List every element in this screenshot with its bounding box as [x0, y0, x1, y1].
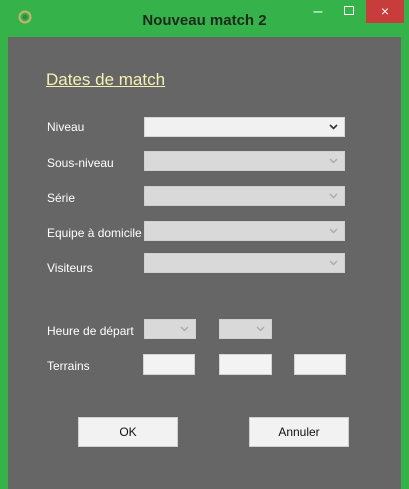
chevron-down-icon — [329, 124, 338, 130]
heure-hour-select[interactable] — [144, 319, 196, 339]
serie-label: Série — [47, 191, 76, 205]
chevron-down-icon — [329, 193, 338, 199]
chevron-down-icon — [329, 158, 338, 164]
chevron-down-icon — [256, 326, 265, 332]
section-title: Dates de match — [46, 70, 166, 89]
ok-button[interactable]: OK — [78, 417, 178, 447]
form-panel: Dates de match Niveau Sous-niveau Série … — [8, 37, 401, 489]
sous-niveau-select[interactable] — [144, 151, 345, 171]
maximize-button[interactable] — [337, 0, 361, 25]
terrain-field-3[interactable] — [294, 354, 346, 375]
heure-minute-select[interactable] — [219, 319, 272, 339]
equipe-domicile-select[interactable] — [144, 221, 345, 241]
close-button[interactable]: × — [366, 0, 404, 23]
terrain-field-1[interactable] — [143, 354, 195, 375]
minimize-button[interactable]: – — [306, 2, 330, 27]
chevron-down-icon — [180, 326, 189, 332]
equipe-domicile-label: Equipe à domicile — [47, 226, 142, 240]
sous-niveau-label: Sous-niveau — [47, 156, 114, 170]
title-bar[interactable]: Nouveau match 2 – × — [0, 0, 409, 37]
visiteurs-label: Visiteurs — [47, 261, 93, 275]
maximize-icon — [344, 6, 354, 15]
heure-depart-label: Heure de départ — [47, 324, 134, 338]
chevron-down-icon — [329, 260, 338, 266]
terrains-label: Terrains — [47, 359, 90, 373]
serie-select[interactable] — [144, 186, 345, 206]
terrain-field-2[interactable] — [219, 354, 272, 375]
cancel-button[interactable]: Annuler — [249, 417, 349, 447]
visiteurs-select[interactable] — [144, 253, 345, 273]
chevron-down-icon — [329, 228, 338, 234]
niveau-select[interactable] — [144, 117, 345, 137]
niveau-label: Niveau — [47, 120, 85, 134]
